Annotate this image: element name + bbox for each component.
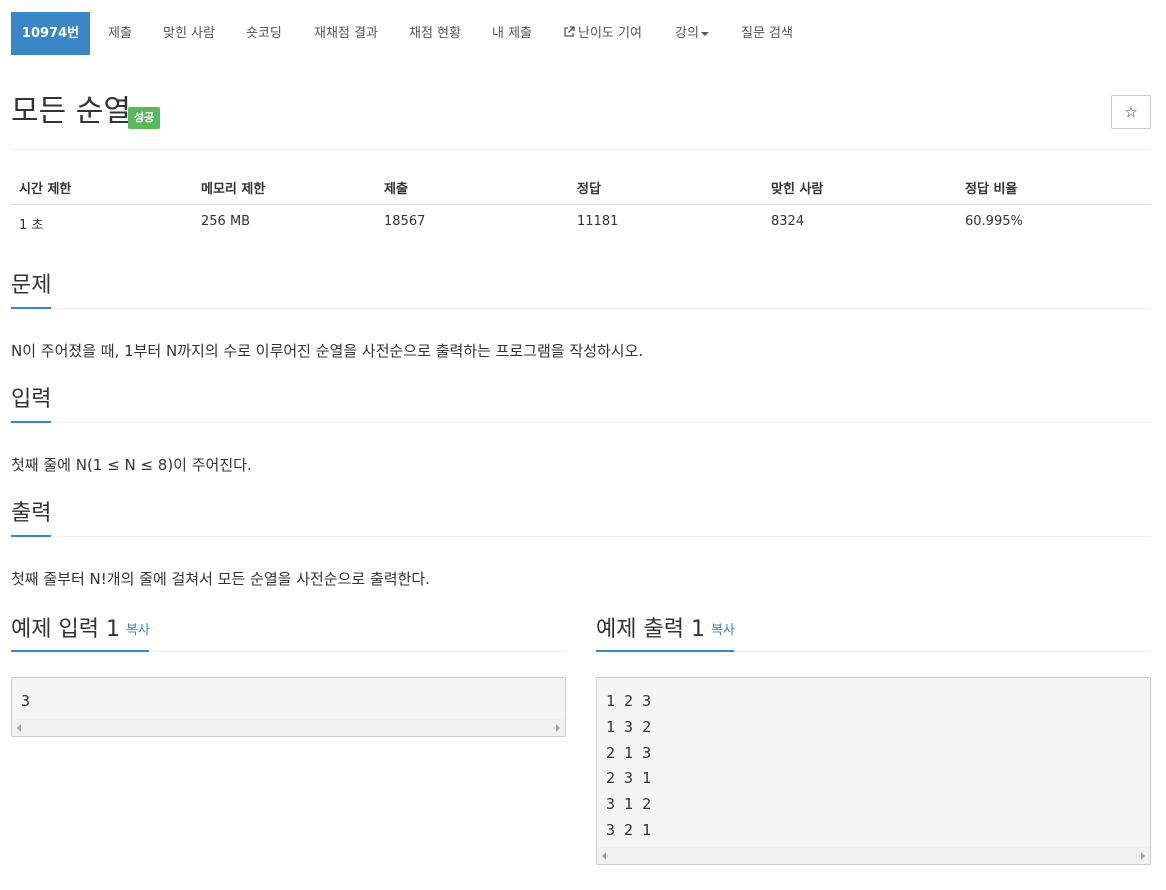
section-underline <box>11 421 51 423</box>
section-underline <box>11 535 51 537</box>
stats-cell: 11181 <box>577 214 619 229</box>
description-heading: 문제 <box>11 273 52 298</box>
stats-header: 제출 <box>384 182 408 197</box>
copy-input-button[interactable]: 복사 <box>126 623 150 638</box>
nav-my-submissions[interactable]: 내 제출 <box>492 12 532 55</box>
nav-problem-id[interactable]: 10974번 <box>11 12 90 55</box>
input-text: 첫째 줄에 N(1 ≤ N ≤ 8)이 주어진다. <box>11 456 252 474</box>
nav-submit[interactable]: 제출 <box>108 12 132 55</box>
scroll-right-icon[interactable] <box>556 724 560 732</box>
sample-output-value: 1 2 3 1 3 2 2 1 3 2 3 1 3 1 2 3 2 1 <box>606 692 652 839</box>
problem-nav: 10974번 제출 맞힌 사람 숏코딩 재채점 결과 채점 현황 내 제출 난이… <box>0 0 1166 68</box>
stats-cell: 60.995% <box>965 214 1023 229</box>
section-divider <box>11 536 1151 537</box>
nav-difficulty-contribution[interactable]: 난이도 기여 <box>563 12 642 55</box>
caret-down-icon <box>700 31 709 36</box>
title-divider <box>11 149 1151 150</box>
stats-cell: 1 초 <box>19 218 44 233</box>
nav-difficulty-label: 난이도 기여 <box>578 26 642 41</box>
stats-cell: 256 MB <box>201 214 251 229</box>
nav-question-search[interactable]: 질문 검색 <box>741 12 793 55</box>
nav-judge-status[interactable]: 채점 현황 <box>409 12 461 55</box>
star-icon: ☆ <box>1124 103 1138 121</box>
stats-header: 맞힌 사람 <box>771 182 824 197</box>
stats-header: 시간 제한 <box>19 182 72 197</box>
nav-solved-users[interactable]: 맞힌 사람 <box>163 12 215 55</box>
scroll-left-icon[interactable] <box>17 724 21 732</box>
favorite-button[interactable]: ☆ <box>1111 95 1151 129</box>
sample-output-heading: 예제 출력 1 복사 <box>596 615 735 646</box>
table-header-divider <box>11 204 1151 205</box>
sample-input-heading: 예제 입력 1 복사 <box>11 615 150 646</box>
section-divider <box>11 308 1151 309</box>
nav-lectures-dropdown[interactable]: 강의 <box>675 12 709 55</box>
stats-cell: 8324 <box>771 214 805 229</box>
output-text: 첫째 줄부터 N!개의 줄에 걸쳐서 모든 순열을 사전순으로 출력한다. <box>11 570 430 588</box>
sample-input-value: 3 <box>21 692 31 710</box>
output-heading: 출력 <box>11 501 52 526</box>
stats-cell: 18567 <box>384 214 426 229</box>
section-divider <box>11 422 1151 423</box>
nav-rejudge-result[interactable]: 재채점 결과 <box>314 12 378 55</box>
scroll-right-icon[interactable] <box>1141 852 1145 860</box>
section-underline <box>596 650 734 652</box>
horizontal-scrollbar[interactable] <box>597 847 1150 864</box>
stats-header: 메모리 제한 <box>201 182 266 197</box>
sample-input-title: 예제 입력 1 <box>11 617 120 642</box>
status-badge: 성공 <box>128 107 161 129</box>
description-text: N이 주어졌을 때, 1부터 N까지의 수로 이루어진 순열을 사전순으로 출력… <box>11 342 644 360</box>
sample-input-box[interactable]: 3 <box>11 677 566 737</box>
section-underline <box>11 307 51 309</box>
nav-shortest-code[interactable]: 숏코딩 <box>246 12 282 55</box>
stats-header: 정답 비율 <box>965 182 1018 197</box>
nav-lectures-label: 강의 <box>675 26 699 41</box>
scroll-left-icon[interactable] <box>602 852 606 860</box>
sample-output-box[interactable]: 1 2 3 1 3 2 2 1 3 2 3 1 3 1 2 3 2 1 <box>596 677 1151 865</box>
copy-output-button[interactable]: 복사 <box>711 623 735 638</box>
horizontal-scrollbar[interactable] <box>12 719 565 736</box>
section-underline <box>11 650 149 652</box>
input-heading: 입력 <box>11 387 52 412</box>
external-link-icon <box>563 12 575 55</box>
page-title: 모든 순열 <box>11 94 131 129</box>
stats-header: 정답 <box>577 182 601 197</box>
sample-output-title: 예제 출력 1 <box>596 617 705 642</box>
